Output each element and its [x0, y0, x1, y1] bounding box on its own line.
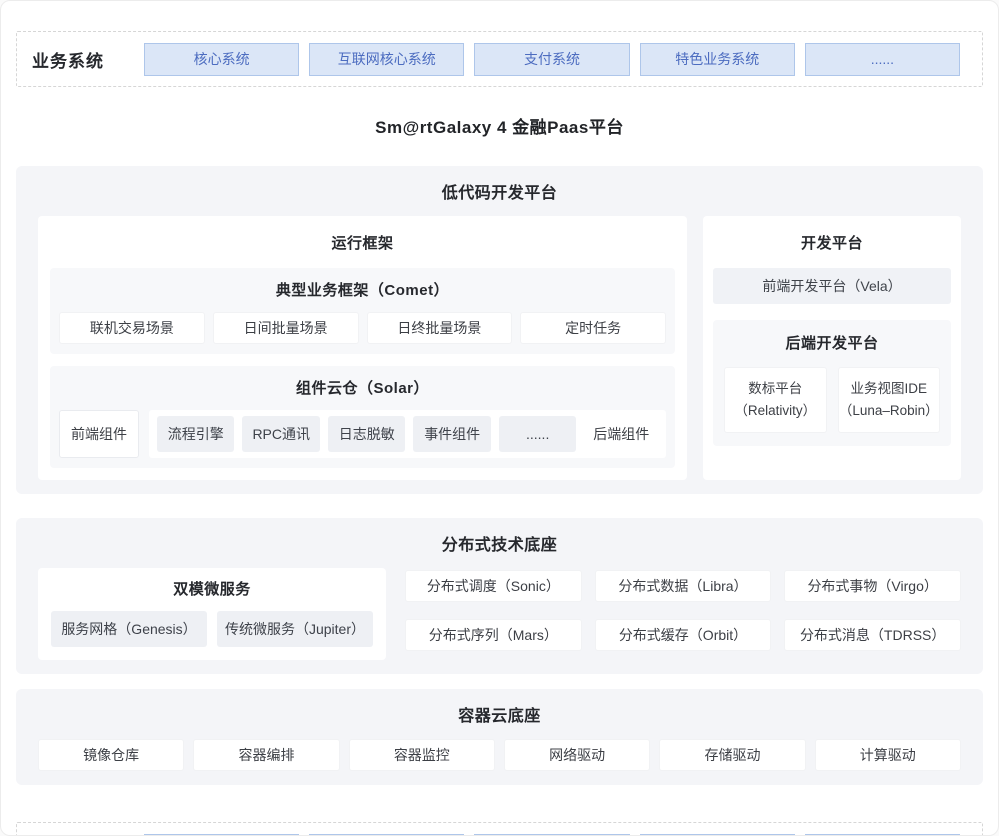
comet-framework-title: 典型业务框架（Comet） [59, 279, 666, 300]
distributed-service-box: 分布式调度（Sonic） [405, 570, 582, 602]
business-system-chip: ...... [805, 43, 960, 76]
runtime-framework-title: 运行框架 [50, 232, 675, 253]
solar-component-panel: 组件云仓（Solar） 前端组件 流程引擎RPC通讯日志脱敏事件组件......… [50, 366, 675, 468]
distributed-body: 双模微服务 服务网格（Genesis） 传统微服务（Jupiter） 分布式调度（… [38, 568, 961, 660]
business-systems-label: 业务系统 [32, 47, 144, 72]
infrastructure-row: 基础设施 物理机虚拟机私有云公有云国产化硬件 [16, 822, 983, 836]
business-systems-chips: 核心系统互联网核心系统支付系统特色业务系统...... [144, 43, 960, 76]
comet-items: 联机交易场景日间批量场景日终批量场景定时任务 [59, 312, 666, 344]
container-cloud-title: 容器云底座 [38, 702, 961, 726]
solar-chip: 事件组件 [413, 416, 490, 452]
solar-backend-box: 后端组件 [584, 416, 658, 452]
backend-dev-item-box: 业务视图IDE （Luna–Robin） [838, 367, 941, 433]
container-cloud-section: 容器云底座 镜像仓库容器编排容器监控网络驱动存储驱动计算驱动 [16, 689, 983, 785]
solar-chip: 流程引擎 [157, 416, 234, 452]
container-cloud-item-box: 容器监控 [349, 739, 495, 771]
dual-mode-chip: 服务网格（Genesis） [51, 611, 207, 647]
dev-platform-panel: 开发平台 前端开发平台（Vela） 后端开发平台 数标平台 （Relativit… [703, 216, 961, 480]
solar-chip: RPC通讯 [242, 416, 319, 452]
lowcode-platform-section: 低代码开发平台 运行框架 典型业务框架（Comet） 联机交易场景日间批量场景日… [16, 166, 983, 494]
distributed-service-box: 分布式数据（Libra） [595, 570, 772, 602]
page-title: Sm@rtGalaxy 4 金融Paas平台 [1, 113, 998, 138]
comet-item-box: 定时任务 [520, 312, 666, 344]
backend-dev-platform-title: 后端开发平台 [724, 332, 940, 353]
solar-frontend-box: 前端组件 [59, 410, 139, 458]
backend-dev-item-codename: （Luna–Robin） [839, 400, 939, 422]
architecture-diagram-page: 业务系统 核心系统互联网核心系统支付系统特色业务系统...... Sm@rtGa… [0, 0, 999, 836]
solar-chip: 日志脱敏 [328, 416, 405, 452]
lowcode-body: 运行框架 典型业务框架（Comet） 联机交易场景日间批量场景日终批量场景定时任… [38, 216, 961, 480]
comet-item-box: 日终批量场景 [367, 312, 513, 344]
distributed-service-box: 分布式缓存（Orbit） [595, 619, 772, 651]
distributed-services-grid: 分布式调度（Sonic） 分布式数据（Libra） 分布式事物（Virgo） 分布式序… [405, 568, 961, 660]
backend-dev-item-name: 业务视图IDE [850, 378, 927, 400]
distributed-base-section: 分布式技术底座 双模微服务 服务网格（Genesis） 传统微服务（Jupiter… [16, 518, 983, 674]
backend-dev-items: 数标平台 （Relativity） 业务视图IDE （Luna–Robin） [724, 367, 940, 433]
distributed-service-box: 分布式事物（Virgo） [784, 570, 961, 602]
comet-framework-panel: 典型业务框架（Comet） 联机交易场景日间批量场景日终批量场景定时任务 [50, 268, 675, 354]
dual-mode-title: 双模微服务 [51, 578, 373, 599]
backend-dev-platform-panel: 后端开发平台 数标平台 （Relativity） 业务视图IDE （Luna–R… [713, 320, 951, 446]
container-cloud-item-box: 存储驱动 [659, 739, 805, 771]
solar-component-title: 组件云仓（Solar） [59, 377, 666, 398]
solar-row: 前端组件 流程引擎RPC通讯日志脱敏事件组件...... 后端组件 [59, 410, 666, 458]
container-cloud-item-box: 容器编排 [193, 739, 339, 771]
vela-frontend-platform-box: 前端开发平台（Vela） [713, 268, 951, 304]
comet-item-box: 日间批量场景 [213, 312, 359, 344]
dev-platform-title: 开发平台 [713, 232, 951, 253]
distributed-section-title: 分布式技术底座 [38, 531, 961, 555]
dual-mode-microservice-panel: 双模微服务 服务网格（Genesis） 传统微服务（Jupiter） [38, 568, 386, 660]
distributed-service-box: 分布式消息（TDRSS） [784, 619, 961, 651]
distributed-service-box: 分布式序列（Mars） [405, 619, 582, 651]
container-cloud-item-box: 镜像仓库 [38, 739, 184, 771]
solar-chip: ...... [499, 416, 576, 452]
business-system-chip: 支付系统 [474, 43, 629, 76]
container-cloud-items: 镜像仓库容器编排容器监控网络驱动存储驱动计算驱动 [38, 739, 961, 771]
business-system-chip: 特色业务系统 [640, 43, 795, 76]
runtime-framework-panel: 运行框架 典型业务框架（Comet） 联机交易场景日间批量场景日终批量场景定时任… [38, 216, 687, 480]
container-cloud-item-box: 网络驱动 [504, 739, 650, 771]
container-cloud-item-box: 计算驱动 [815, 739, 961, 771]
business-system-chip: 核心系统 [144, 43, 299, 76]
backend-dev-item-name: 数标平台 [748, 378, 802, 400]
backend-dev-item-box: 数标平台 （Relativity） [724, 367, 827, 433]
business-system-chip: 互联网核心系统 [309, 43, 464, 76]
lowcode-section-title: 低代码开发平台 [38, 179, 961, 203]
comet-item-box: 联机交易场景 [59, 312, 205, 344]
backend-dev-item-codename: （Relativity） [734, 400, 816, 422]
business-systems-row: 业务系统 核心系统互联网核心系统支付系统特色业务系统...... [16, 31, 983, 87]
dual-mode-chip: 传统微服务（Jupiter） [217, 611, 373, 647]
solar-chip-strip: 流程引擎RPC通讯日志脱敏事件组件...... 后端组件 [149, 410, 666, 458]
dual-mode-chips: 服务网格（Genesis） 传统微服务（Jupiter） [51, 611, 373, 647]
